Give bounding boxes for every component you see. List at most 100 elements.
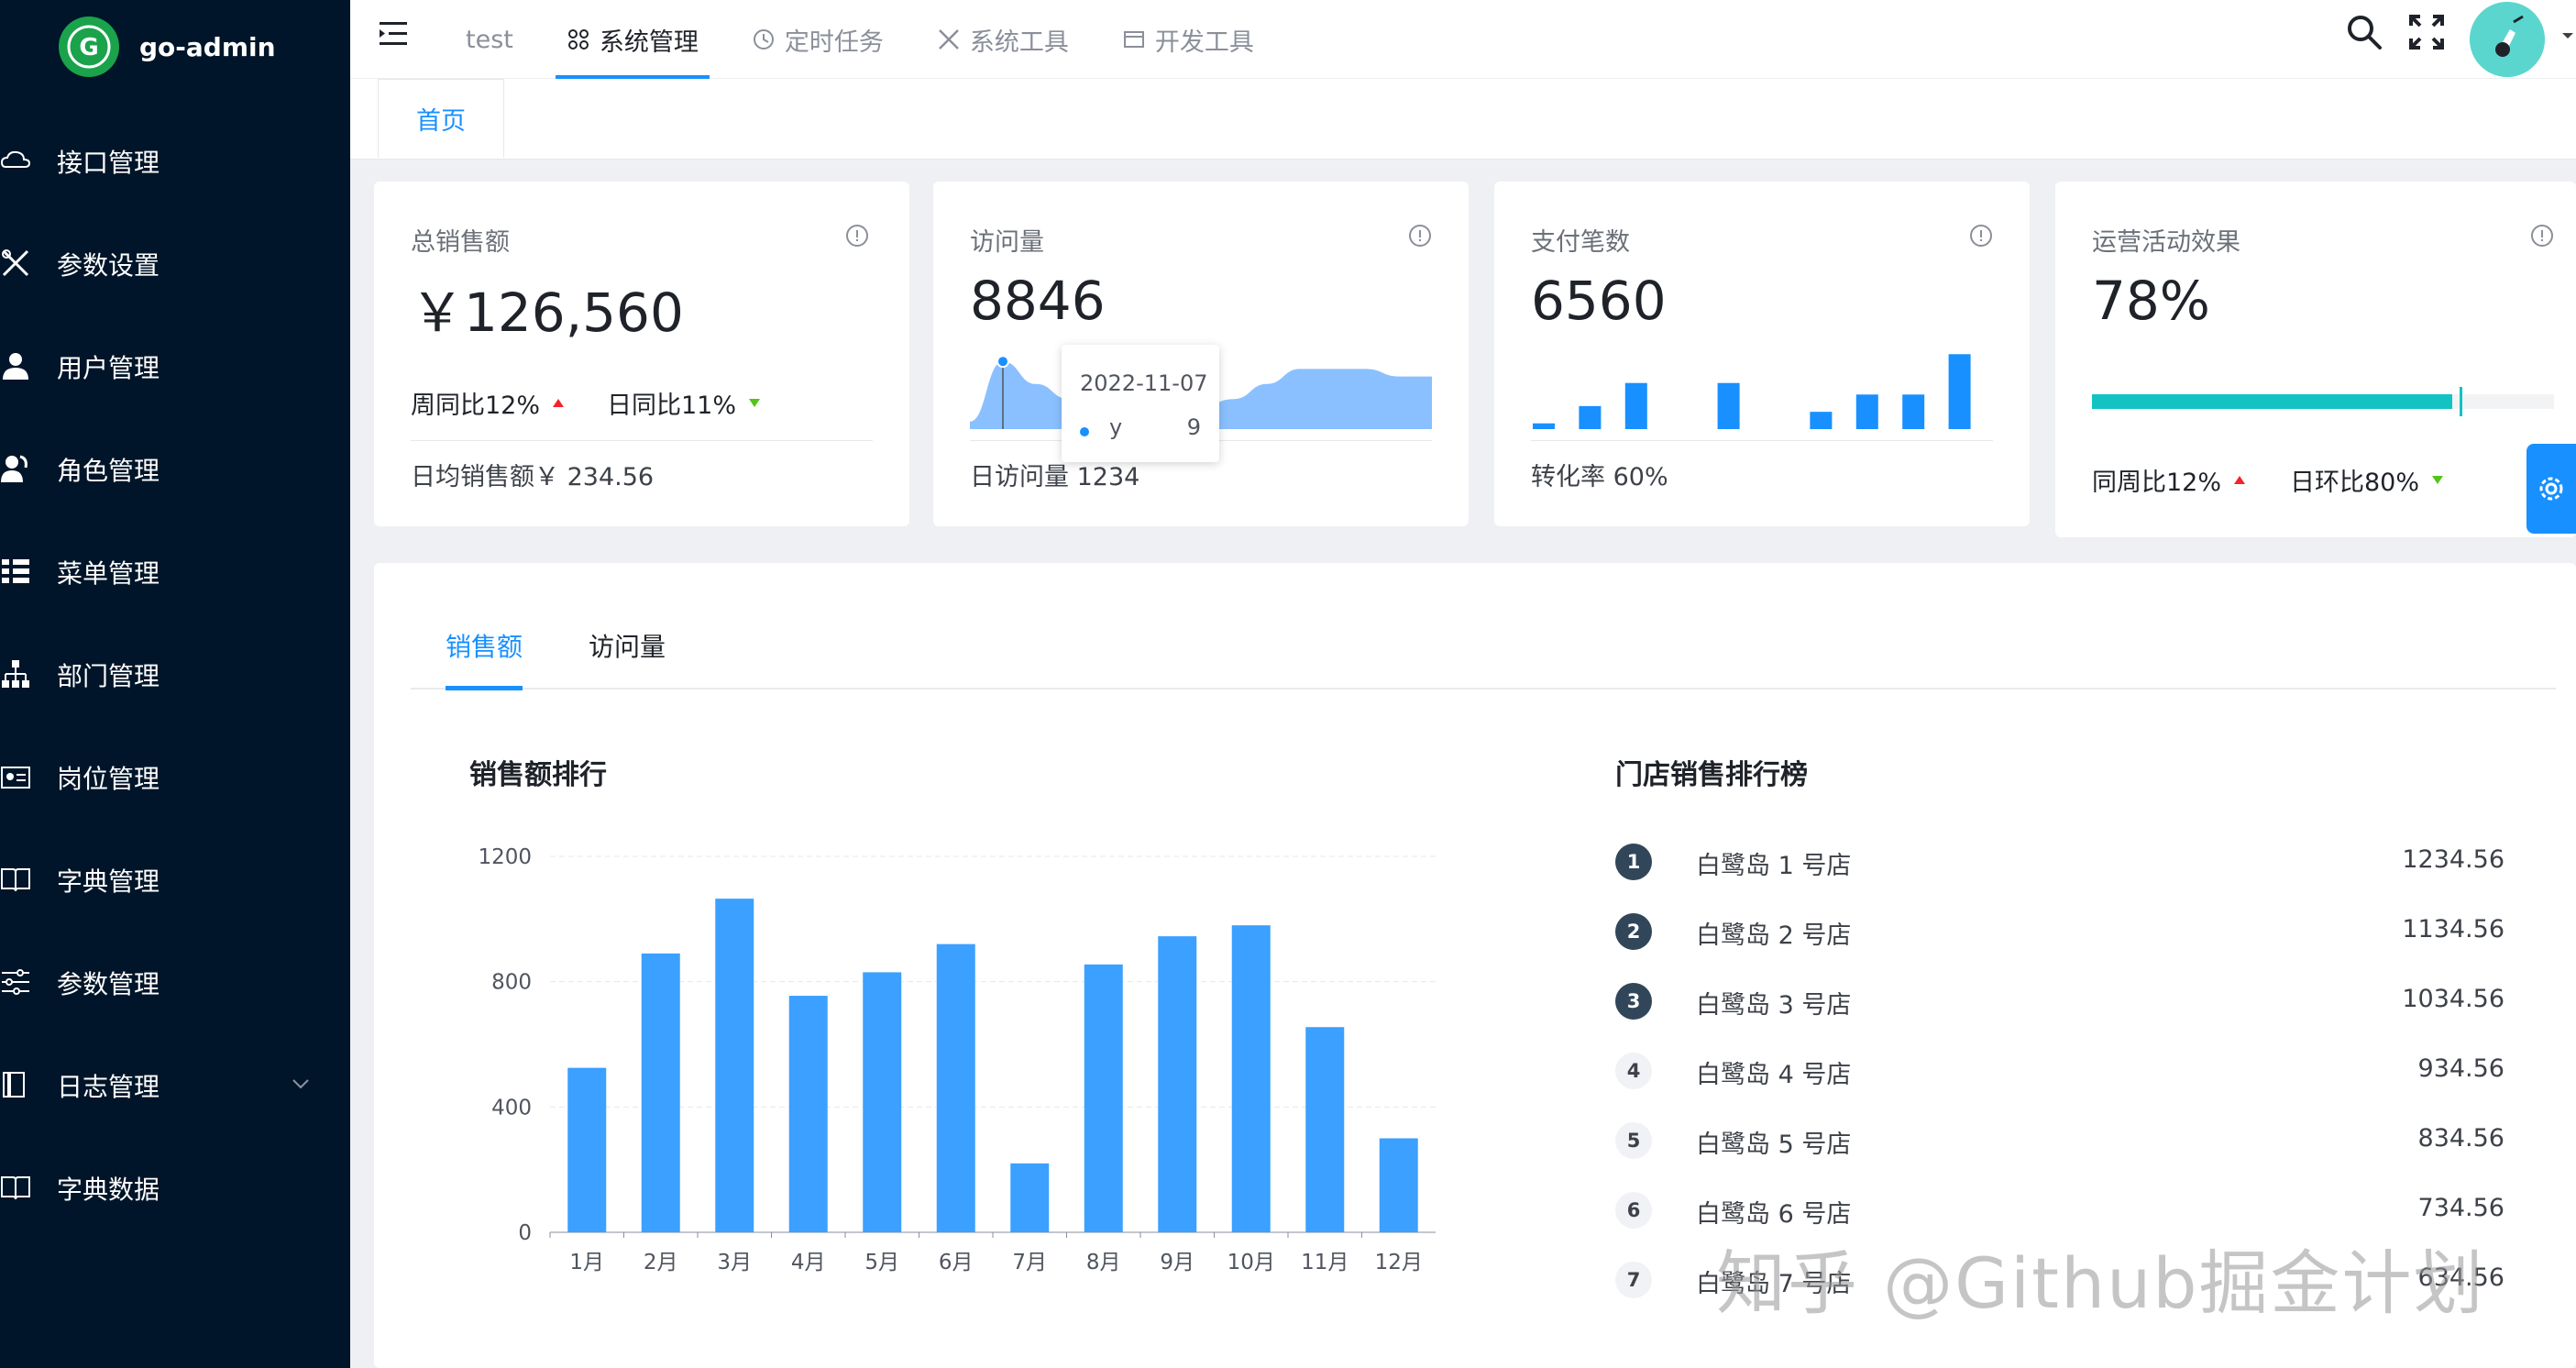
sidebar-item-5[interactable]: 菜单管理 bbox=[0, 521, 350, 623]
sidebar-item-label: 菜单管理 bbox=[57, 558, 160, 589]
hover-point bbox=[996, 355, 1009, 369]
x-tick-label: 8月 bbox=[1086, 1251, 1121, 1274]
id-card-icon bbox=[1, 767, 30, 789]
sidebar-item-8[interactable]: 字典管理 bbox=[0, 829, 350, 932]
tab-sales[interactable]: 销售额 bbox=[446, 627, 523, 664]
tooltip-date: 2022-11-07 bbox=[1080, 370, 1208, 396]
search-icon[interactable] bbox=[2345, 13, 2383, 51]
sidebar-item-label: 接口管理 bbox=[57, 148, 160, 178]
store-name: 白鹭岛 6 号店 bbox=[1696, 1200, 1852, 1229]
payments-card: 支付笔数 6560 转化率 60% bbox=[1494, 182, 2030, 526]
users-icon bbox=[1, 455, 28, 482]
y-tick-label: 1200 bbox=[478, 845, 532, 869]
mini-bar bbox=[1855, 394, 1878, 429]
tooltip-key: y bbox=[1109, 414, 1123, 440]
y-tick-label: 0 bbox=[518, 1221, 532, 1245]
top-nav-item-4[interactable]: 系统工具 bbox=[926, 0, 1080, 79]
top-nav-label: 开发工具 bbox=[1154, 28, 1254, 57]
bar bbox=[641, 953, 680, 1232]
store-name: 白鹭岛 3 号店 bbox=[1696, 991, 1852, 1020]
top-nav-label: test bbox=[466, 25, 513, 54]
gear-icon bbox=[2539, 477, 2563, 501]
settings-button[interactable] bbox=[2526, 444, 2576, 534]
book-icon bbox=[1, 868, 30, 892]
x-tick-label: 3月 bbox=[717, 1251, 752, 1274]
info-icon[interactable] bbox=[1408, 224, 1432, 248]
bar bbox=[1010, 1163, 1050, 1232]
day-trend: 日环比80% bbox=[2290, 462, 2444, 498]
sidebar-item-10[interactable]: 日志管理 bbox=[0, 1034, 350, 1137]
ranking-row: 5 白鹭岛 5 号店 834.56 bbox=[1615, 1117, 2504, 1163]
card-title: 访问量 bbox=[970, 228, 1044, 257]
active-tab-indicator bbox=[446, 686, 523, 690]
sidebar-item-3[interactable]: 用户管理 bbox=[0, 315, 350, 418]
y-tick-label: 400 bbox=[491, 1096, 532, 1120]
rank-badge: 6 bbox=[1615, 1192, 1652, 1229]
trend-up-icon bbox=[553, 399, 565, 407]
store-name: 白鹭岛 2 号店 bbox=[1696, 921, 1852, 950]
store-name: 白鹭岛 4 号店 bbox=[1696, 1061, 1852, 1089]
user-avatar[interactable] bbox=[2470, 2, 2545, 77]
sidebar-item-4[interactable]: 角色管理 bbox=[0, 418, 350, 521]
sidebar-item-7[interactable]: 岗位管理 bbox=[0, 726, 350, 829]
sales-bar-chart: 0 400 800 1200 1月 2月 3月 4月 5月 6月 7月 8月 9月 10月 11月 12月 bbox=[478, 845, 1436, 1274]
store-sales: 834.56 bbox=[2417, 1124, 2504, 1153]
x-tick-label: 9月 bbox=[1160, 1251, 1194, 1274]
ranking-row: 1 白鹭岛 1 号店 1234.56 bbox=[1615, 838, 2504, 884]
tab-home[interactable]: 首页 bbox=[378, 79, 504, 158]
sidebar-item-label: 字典数据 bbox=[57, 1175, 160, 1205]
sidebar-item-11[interactable]: 字典数据 bbox=[0, 1137, 350, 1240]
rank-badge: 4 bbox=[1615, 1053, 1652, 1089]
bar bbox=[863, 972, 902, 1232]
trend-up-icon bbox=[2234, 476, 2246, 484]
sidebar-item-label: 角色管理 bbox=[57, 456, 160, 486]
info-icon[interactable] bbox=[845, 224, 869, 248]
info-icon[interactable] bbox=[2530, 224, 2554, 248]
progress-fill bbox=[2092, 394, 2453, 409]
campaign-card: 运营活动效果 78% 同周比12% 日环比80% bbox=[2055, 182, 2576, 537]
top-nav-item-3[interactable]: 定时任务 bbox=[741, 0, 895, 79]
week-trend: 周同比12% bbox=[411, 385, 565, 421]
info-icon[interactable] bbox=[1969, 224, 1993, 248]
day-trend: 日同比11% bbox=[607, 385, 761, 421]
x-tick-label: 7月 bbox=[1012, 1251, 1047, 1274]
sidebar-item-label: 参数设置 bbox=[57, 250, 160, 281]
sidebar-item-label: 日志管理 bbox=[57, 1072, 160, 1102]
chart-title: 销售额排行 bbox=[469, 759, 607, 791]
tab-visits[interactable]: 访问量 bbox=[589, 627, 666, 664]
payments-mini-bar-chart bbox=[1533, 354, 1971, 429]
top-nav-item-1[interactable]: test bbox=[455, 0, 524, 79]
app-logo[interactable]: G go-admin bbox=[59, 17, 276, 77]
rank-badge: 3 bbox=[1615, 983, 1652, 1020]
chevron-down-icon[interactable] bbox=[290, 1073, 312, 1095]
store-sales: 934.56 bbox=[2417, 1054, 2504, 1083]
series-dot-icon bbox=[1080, 427, 1089, 436]
bar bbox=[715, 899, 754, 1232]
top-nav-item-5[interactable]: 开发工具 bbox=[1111, 0, 1265, 79]
ranking-row: 3 白鹭岛 3 号店 1034.56 bbox=[1615, 977, 2504, 1023]
sidebar-item-6[interactable]: 部门管理 bbox=[0, 623, 350, 726]
card-value: 8846 bbox=[970, 270, 1106, 332]
fullscreen-icon[interactable] bbox=[2407, 13, 2446, 51]
svg-text:G: G bbox=[79, 34, 98, 61]
card-value: 6560 bbox=[1531, 270, 1667, 332]
mini-bar bbox=[1948, 354, 1971, 429]
x-tick-label: 6月 bbox=[939, 1251, 974, 1274]
top-header: test 系统管理 定时任务 系统工具 开发工具 bbox=[350, 0, 2576, 79]
bar bbox=[788, 996, 828, 1232]
sidebar-item-9[interactable]: 参数管理 bbox=[0, 932, 350, 1034]
sidebar-item-label: 字典管理 bbox=[57, 866, 160, 897]
sidebar-item-2[interactable]: 参数设置 bbox=[0, 213, 350, 315]
sidebar-item-1[interactable]: 接口管理 bbox=[0, 110, 350, 213]
card-value: ￥126,560 bbox=[411, 281, 684, 344]
page-tabs-bar: 首页 bbox=[350, 79, 2576, 160]
top-nav-item-2[interactable]: 系统管理 bbox=[555, 0, 710, 79]
trend-label: 日同比11% bbox=[607, 392, 737, 420]
ranking-row: 6 白鹭岛 6 号店 734.56 bbox=[1615, 1186, 2504, 1232]
card-value: 78% bbox=[2092, 270, 2210, 332]
chevron-down-icon[interactable] bbox=[2559, 28, 2576, 44]
card-title: 运营活动效果 bbox=[2092, 228, 2240, 257]
chart-tooltip: 2022-11-07 y 9 bbox=[1062, 345, 1219, 462]
cloud-icon bbox=[0, 150, 31, 168]
collapse-menu-icon[interactable] bbox=[378, 18, 413, 50]
